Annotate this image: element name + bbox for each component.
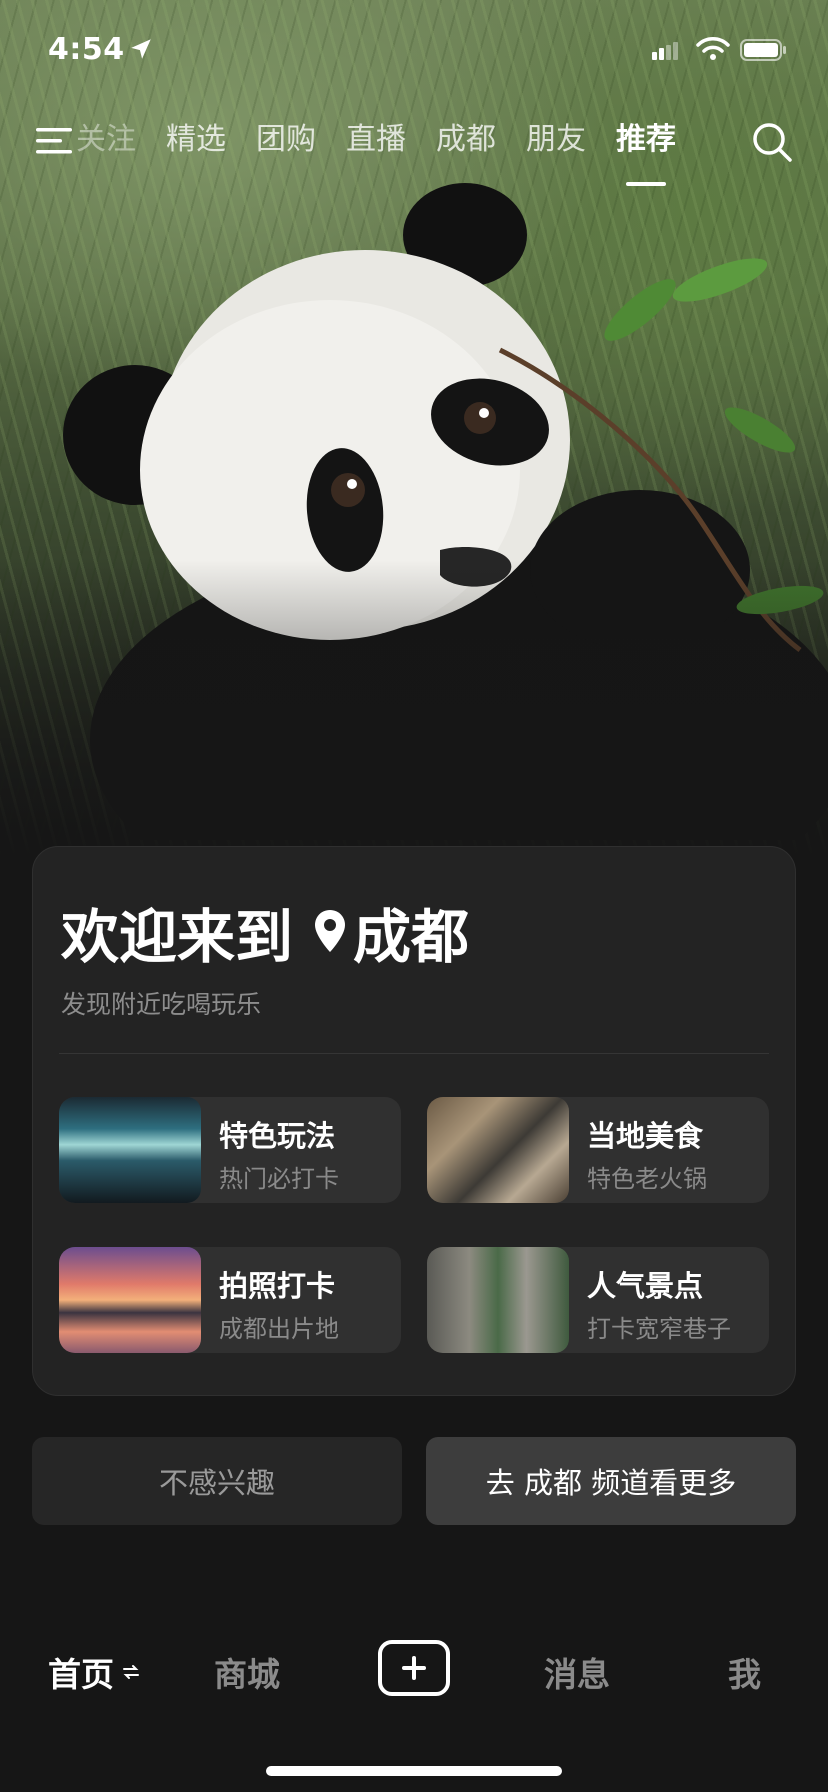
- welcome-title: 欢迎来到 成都: [61, 897, 469, 971]
- location-pin-icon: [315, 910, 346, 952]
- welcome-prefix: 欢迎来到: [61, 903, 294, 971]
- tile-thumbnail: [59, 1247, 201, 1353]
- plus-icon: [402, 1656, 426, 1680]
- tile-featured-play[interactable]: 特色玩法 热门必打卡: [59, 1097, 401, 1203]
- battery-icon: [740, 39, 786, 61]
- swap-icon: [123, 1665, 139, 1679]
- tile-title: 人气景点: [587, 1269, 704, 1303]
- tab-list: 关注 精选 团购 直播 成都 朋友 推荐: [76, 120, 706, 186]
- wifi-icon: [696, 37, 730, 60]
- tile-subtitle: 热门必打卡: [219, 1165, 339, 1193]
- tile-subtitle: 成都出片地: [219, 1315, 339, 1343]
- tab-featured[interactable]: 精选: [166, 120, 226, 164]
- tab-chengdu[interactable]: 成都: [436, 120, 496, 164]
- hero-fade: [0, 560, 828, 860]
- nav-home-label: 首页: [48, 1655, 114, 1694]
- welcome-city[interactable]: 成都: [353, 890, 469, 974]
- go-channel-button[interactable]: 去 成都 频道看更多: [426, 1437, 796, 1525]
- tab-friends[interactable]: 朋友: [526, 120, 586, 164]
- status-time: 4:54: [48, 32, 125, 67]
- not-interested-button[interactable]: 不感兴趣: [32, 1437, 402, 1525]
- tile-title: 拍照打卡: [219, 1269, 336, 1303]
- nav-home[interactable]: 首页: [48, 1648, 140, 1696]
- tab-group-buy[interactable]: 团购: [256, 120, 316, 164]
- tab-live[interactable]: 直播: [346, 120, 406, 164]
- tile-thumbnail: [427, 1097, 569, 1203]
- card-divider: [59, 1053, 769, 1054]
- welcome-subtitle: 发现附近吃喝玩乐: [61, 990, 262, 1019]
- welcome-card: 欢迎来到 成都 发现附近吃喝玩乐 特色玩法 热门必打卡 当地美食 特色老火锅 拍…: [32, 846, 796, 1396]
- tab-following[interactable]: 关注: [76, 120, 136, 164]
- tile-local-food[interactable]: 当地美食 特色老火锅: [427, 1097, 769, 1203]
- bottom-nav: 首页 商城 消息 我: [0, 1626, 828, 1726]
- tile-thumbnail: [59, 1097, 201, 1203]
- menu-icon[interactable]: [34, 124, 76, 158]
- tile-popular-sights[interactable]: 人气景点 打卡宽窄巷子: [427, 1247, 769, 1353]
- create-button[interactable]: [378, 1640, 450, 1696]
- top-nav: 关注 精选 团购 直播 成都 朋友 推荐: [0, 110, 828, 190]
- tile-subtitle: 打卡宽窄巷子: [587, 1315, 731, 1343]
- tile-subtitle: 特色老火锅: [587, 1165, 707, 1193]
- nav-mall[interactable]: 商城: [214, 1648, 280, 1696]
- cellular-signal-icon: [652, 42, 678, 60]
- nav-messages[interactable]: 消息: [544, 1648, 610, 1696]
- tile-thumbnail: [427, 1247, 569, 1353]
- nav-me[interactable]: 我: [728, 1648, 761, 1696]
- location-arrow-icon: [131, 39, 151, 59]
- home-indicator: [266, 1766, 562, 1776]
- tab-recommend[interactable]: 推荐: [616, 120, 676, 186]
- tile-title: 当地美食: [587, 1119, 704, 1153]
- status-bar: 4:54: [0, 0, 828, 100]
- search-icon[interactable]: [750, 120, 794, 164]
- tile-title: 特色玩法: [219, 1119, 336, 1153]
- tile-photo-spots[interactable]: 拍照打卡 成都出片地: [59, 1247, 401, 1353]
